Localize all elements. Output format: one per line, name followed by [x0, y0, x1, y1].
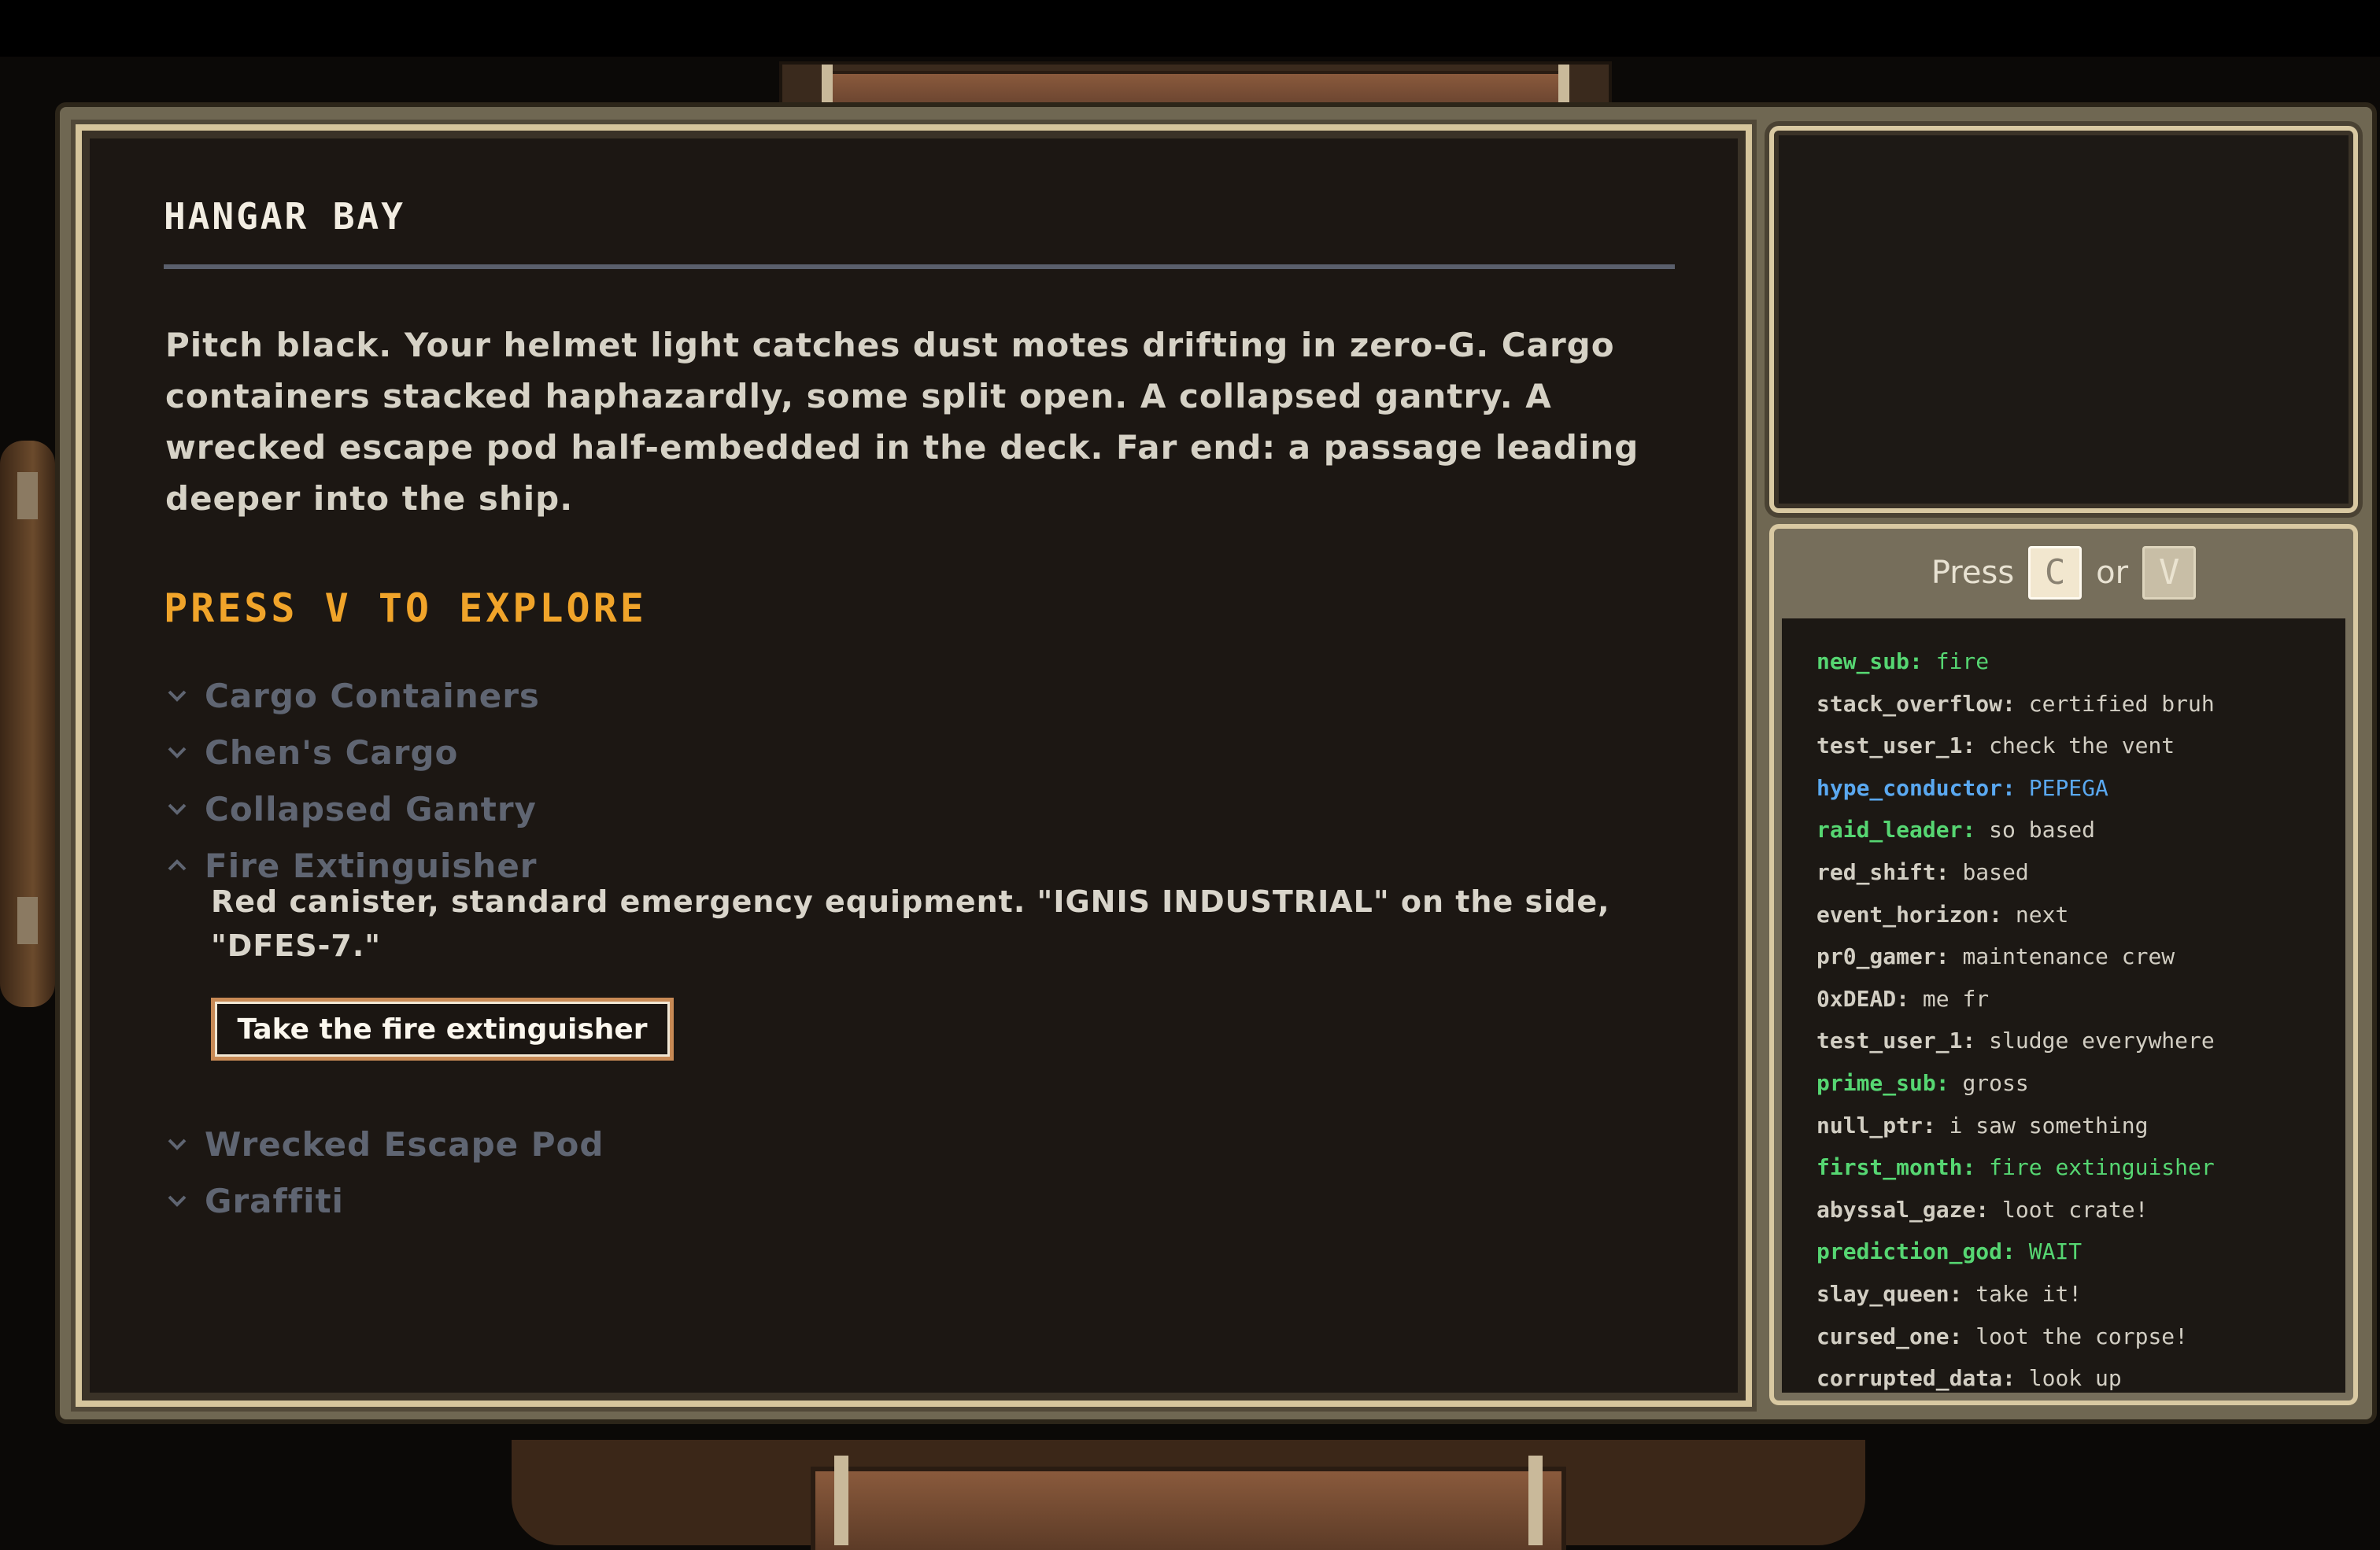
chat-username: cursed_one:: [1816, 1323, 1963, 1349]
chat-message: 0xDEAD: me fr: [1816, 978, 2345, 1020]
chat-username: hype_conductor:: [1816, 774, 2016, 801]
chat-text: sludge everywhere: [1989, 1028, 2215, 1054]
chat-message: red_shift: based: [1816, 851, 2345, 894]
chat-text: i saw something: [1949, 1112, 2149, 1139]
chat-message: test_user_1: check the vent: [1816, 725, 2345, 767]
title-divider: [164, 264, 1675, 269]
chat-username: prime_sub:: [1816, 1069, 1949, 1096]
explore-prompt: PRESS V TO EXPLORE: [164, 585, 647, 631]
chat-message: raid_leader: so based: [1816, 809, 2345, 851]
clamp-tab: [17, 472, 38, 519]
chat-prompt-or: or: [2096, 555, 2129, 591]
chat-username: prediction_god:: [1816, 1238, 2016, 1265]
chat-username: first_month:: [1816, 1154, 1976, 1181]
poi-label: Wrecked Escape Pod: [205, 1124, 604, 1164]
key-v-button[interactable]: V: [2142, 546, 2197, 600]
chat-panel: Press C or V new_sub: fire stack_overflow…: [1769, 524, 2358, 1405]
poi-collapsed-gantry[interactable]: Collapsed Gantry: [165, 785, 537, 832]
bottom-hinge-bar: [811, 1467, 1566, 1550]
preview-screen: [1769, 126, 2358, 513]
chevron-down-icon: [165, 1132, 189, 1156]
chat-text: fire: [1935, 648, 1990, 674]
chat-text: take it!: [1975, 1280, 2082, 1307]
chat-username: stack_overflow:: [1816, 690, 2016, 717]
bottom-hinge-pin: [834, 1456, 848, 1545]
poi-label: Chen's Cargo: [205, 733, 459, 772]
chat-username: test_user_1:: [1816, 733, 1976, 759]
chat-text: PEPEGA: [2028, 774, 2108, 801]
chat-text: next: [2015, 901, 2069, 928]
chat-username: event_horizon:: [1816, 901, 2003, 928]
chat-username: test_user_1:: [1816, 1028, 1976, 1054]
chat-message: abyssal_gaze: loot crate!: [1816, 1189, 2345, 1231]
chat-text: WAIT: [2028, 1238, 2082, 1265]
take-fire-extinguisher-button[interactable]: Take the fire extinguisher: [211, 998, 674, 1061]
chevron-up-icon: [165, 854, 189, 877]
chat-text: fire extinguisher: [1989, 1154, 2215, 1181]
chat-message: cursed_one: loot the corpse!: [1816, 1316, 2345, 1358]
chat-message: null_ptr: i saw something: [1816, 1105, 2345, 1147]
poi-cargo-containers[interactable]: Cargo Containers: [165, 672, 540, 719]
chat-text: check the vent: [1989, 733, 2175, 759]
chat-username: slay_queen:: [1816, 1280, 1963, 1307]
chevron-down-icon: [165, 684, 189, 707]
chat-username: red_shift:: [1816, 858, 1949, 885]
chat-username: corrupted_data:: [1816, 1365, 2016, 1392]
room-description: Pitch black. Your helmet light catches d…: [165, 326, 1639, 518]
chat-message: new_sub: fire: [1816, 640, 2345, 683]
chat-username: new_sub:: [1816, 648, 1923, 674]
poi-wrecked-escape-pod[interactable]: Wrecked Escape Pod: [165, 1120, 604, 1168]
poi-description: Red canister, standard emergency equipme…: [211, 884, 1610, 963]
poi-chens-cargo[interactable]: Chen's Cargo: [165, 729, 458, 776]
chat-username: pr0_gamer:: [1816, 943, 1949, 970]
chat-message: hype_conductor: PEPEGA: [1816, 767, 2345, 810]
room-title: HANGAR BAY: [164, 195, 405, 238]
chat-prompt-press: Press: [1931, 555, 2015, 591]
chat-text: gross: [1962, 1069, 2029, 1096]
chat-username: null_ptr:: [1816, 1112, 1936, 1139]
top-hinge-pin: [1558, 65, 1569, 107]
bottom-hinge-pin: [1528, 1456, 1543, 1545]
top-black-bar: [0, 0, 2380, 57]
left-side-clamp: [0, 441, 55, 1007]
chat-message: prediction_god: WAIT: [1816, 1231, 2345, 1273]
chevron-down-icon: [165, 797, 189, 821]
chat-text: maintenance crew: [1962, 943, 2175, 970]
chat-text: based: [1962, 858, 2029, 885]
poi-label: Graffiti: [205, 1181, 344, 1220]
key-c-button[interactable]: C: [2028, 546, 2082, 600]
chat-message: prime_sub: gross: [1816, 1062, 2345, 1105]
chat-text: loot crate!: [2002, 1196, 2149, 1223]
chat-text: certified bruh: [2028, 690, 2215, 717]
clamp-tab: [17, 897, 38, 944]
poi-label: Collapsed Gantry: [205, 789, 537, 829]
chat-message: slay_queen: take it!: [1816, 1273, 2345, 1316]
chat-message: first_month: fire extinguisher: [1816, 1146, 2345, 1189]
chat-username: abyssal_gaze:: [1816, 1196, 1990, 1223]
chat-log[interactable]: new_sub: fire stack_overflow: certified b…: [1782, 618, 2345, 1393]
chat-message: corrupted_data: look up: [1816, 1357, 2345, 1393]
poi-label: Cargo Containers: [205, 676, 540, 715]
chat-text: look up: [2028, 1365, 2122, 1392]
top-hinge-pin: [822, 65, 833, 107]
chat-username: 0xDEAD:: [1816, 985, 1910, 1012]
chat-message: stack_overflow: certified bruh: [1816, 683, 2345, 725]
chat-message: event_horizon: next: [1816, 894, 2345, 936]
poi-graffiti[interactable]: Graffiti: [165, 1177, 344, 1224]
chat-message: test_user_1: sludge everywhere: [1816, 1020, 2345, 1062]
chevron-down-icon: [165, 740, 189, 764]
chat-username: raid_leader:: [1816, 817, 1976, 843]
chat-header: Press C or V: [1774, 529, 2353, 617]
chevron-down-icon: [165, 1189, 189, 1212]
chat-message: pr0_gamer: maintenance crew: [1816, 936, 2345, 978]
chat-text: loot the corpse!: [1975, 1323, 2189, 1349]
top-hinge: [779, 61, 1612, 109]
chat-text: me fr: [1922, 985, 1990, 1012]
chat-text: so based: [1989, 817, 2096, 843]
bottom-hinge: [512, 1440, 1865, 1550]
room-panel: HANGAR BAY Pitch black. Your helmet ligh…: [76, 124, 1752, 1407]
